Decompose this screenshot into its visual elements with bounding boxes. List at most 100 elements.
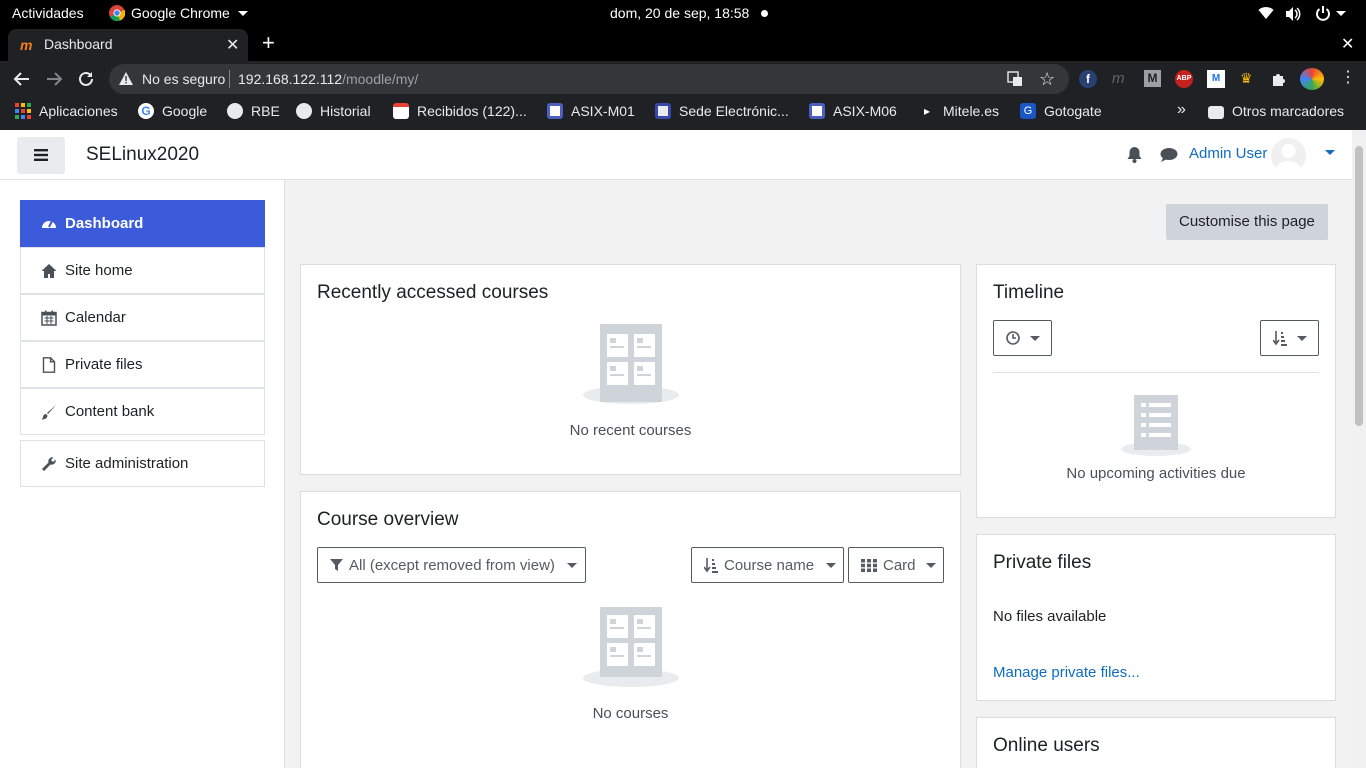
course-overview-block: Course overview All (except removed from… xyxy=(300,491,961,768)
app-menu-caret-icon xyxy=(238,11,248,16)
chrome-logo-icon xyxy=(109,5,125,21)
nav-item-label: Site administration xyxy=(65,455,189,472)
fedora-extension-icon[interactable]: f xyxy=(1079,70,1097,88)
nav-item-label: Content bank xyxy=(65,403,155,420)
no-activities-text: No upcoming activities due xyxy=(1066,465,1246,482)
bookmark-google[interactable]: G Google xyxy=(138,103,207,119)
bookmark-gotogate[interactable]: G Gotogate xyxy=(1020,103,1102,119)
app-menu[interactable]: Google Chrome xyxy=(131,5,230,21)
bookmark-historial[interactable]: Historial xyxy=(296,103,371,119)
view-dropdown[interactable]: Card xyxy=(848,547,944,583)
sort-dropdown[interactable]: Course name xyxy=(691,547,844,583)
site-name[interactable]: SELinux2020 xyxy=(86,144,199,166)
activities-button[interactable]: Actividades xyxy=(12,5,84,21)
chat-bubble-icon[interactable] xyxy=(1160,147,1178,163)
bookmark-label: Aplicaciones xyxy=(39,103,118,119)
manage-private-files-link[interactable]: Manage private files... xyxy=(993,664,1140,681)
private-files-title: Private files xyxy=(993,552,1092,573)
moodle-extension-icon[interactable]: m xyxy=(1112,70,1125,87)
chrome-menu-icon[interactable]: ⋮ xyxy=(1340,68,1356,88)
nav-item-site-administration[interactable]: Site administration xyxy=(20,440,265,487)
bookmark-star-icon[interactable]: ☆ xyxy=(1039,69,1055,90)
system-top-bar: Actividades Google Chrome dom, 20 de sep… xyxy=(0,0,1366,28)
bookmark-asix-m01[interactable]: ASIX-M01 xyxy=(547,103,635,119)
translate-icon[interactable] xyxy=(1007,71,1023,87)
bookmark-label: Mitele.es xyxy=(943,103,1000,119)
user-menu-caret-icon[interactable] xyxy=(1325,150,1335,155)
calendar-icon xyxy=(41,310,57,326)
volume-icon[interactable] xyxy=(1285,6,1301,22)
bell-icon[interactable] xyxy=(1127,146,1142,163)
more-bookmarks-button[interactable]: » xyxy=(1177,101,1186,119)
wrench-icon xyxy=(41,456,57,472)
security-label[interactable]: No es seguro xyxy=(142,71,225,87)
view-caret-icon xyxy=(925,562,936,568)
url-text[interactable]: 192.168.122.112/moodle/my/ xyxy=(238,71,418,87)
warning-triangle-icon[interactable] xyxy=(118,71,134,86)
customise-page-button[interactable]: Customise this page xyxy=(1166,204,1328,240)
wifi-icon[interactable] xyxy=(1258,6,1274,20)
sort-icon xyxy=(1273,330,1287,346)
close-window-icon[interactable]: ✕ xyxy=(1341,34,1354,54)
moodle-navbar: SELinux2020 Admin User xyxy=(0,130,1352,180)
filter-caret-icon xyxy=(566,562,577,568)
activities-placeholder-icon xyxy=(1121,394,1191,456)
adblock-plus-icon[interactable]: ABP xyxy=(1175,70,1193,88)
nav-item-private-files[interactable]: Private files xyxy=(20,341,265,388)
bookmark-mitele[interactable]: ▸ Mitele.es xyxy=(919,103,999,119)
bookmark-rbe[interactable]: RBE xyxy=(227,103,280,119)
hamburger-icon xyxy=(34,149,48,161)
grouping-filter-dropdown[interactable]: All (except removed from view) xyxy=(317,547,586,583)
power-icon[interactable] xyxy=(1315,5,1331,21)
m-extension-icon[interactable]: M xyxy=(1144,70,1161,87)
drawer-toggle-button[interactable] xyxy=(17,137,65,174)
filter-label: All (except removed from view) xyxy=(349,556,555,574)
nav-item-dashboard[interactable]: Dashboard xyxy=(20,200,265,247)
clock[interactable]: dom, 20 de sep, 18:58 xyxy=(610,5,749,21)
no-files-text: No files available xyxy=(993,608,1107,625)
file-icon xyxy=(41,357,57,373)
other-bookmarks-folder[interactable]: Otros marcadores xyxy=(1208,103,1344,119)
system-menu-caret-icon[interactable] xyxy=(1336,11,1346,16)
nav-item-site-home[interactable]: Site home xyxy=(20,247,265,294)
back-arrow-icon[interactable] xyxy=(13,70,31,88)
bookmark-recibidos[interactable]: Recibidos (122)... xyxy=(393,103,527,119)
profile-avatar-icon[interactable] xyxy=(1300,68,1324,90)
avatar[interactable] xyxy=(1271,138,1306,173)
bookmark-asix-m06[interactable]: ASIX-M06 xyxy=(809,103,897,119)
nav-item-content-bank[interactable]: Content bank xyxy=(20,388,265,435)
timeline-block: Timeline No upcoming activities due xyxy=(976,264,1336,518)
timeline-filter-dropdown[interactable] xyxy=(993,320,1052,356)
timeline-sort-caret-icon xyxy=(1297,335,1307,341)
sort-caret-icon xyxy=(826,562,837,568)
nav-item-label: Dashboard xyxy=(65,215,144,232)
forward-arrow-icon[interactable] xyxy=(45,70,63,88)
other-bookmarks-label: Otros marcadores xyxy=(1232,103,1345,119)
gotogate-icon: G xyxy=(1020,103,1036,119)
crown-extension-icon[interactable]: ♛ xyxy=(1240,70,1253,87)
moodle-favicon-icon: m xyxy=(20,37,33,53)
timeline-sort-dropdown[interactable] xyxy=(1260,320,1319,356)
bookmark-label: Gotogate xyxy=(1044,103,1102,119)
close-tab-icon[interactable]: ✕ xyxy=(226,35,239,55)
bookmarks-bar: Aplicaciones G Google RBE Historial Reci… xyxy=(0,96,1366,130)
new-tab-icon[interactable]: + xyxy=(262,32,275,54)
sort-label: Course name xyxy=(724,556,815,574)
globe-icon xyxy=(227,103,243,119)
bookmark-sede[interactable]: Sede Electrónic... xyxy=(655,103,789,119)
reload-icon[interactable] xyxy=(77,70,95,88)
online-users-block: Online users xyxy=(976,717,1336,768)
scrollbar-thumb[interactable] xyxy=(1355,146,1363,426)
extensions-puzzle-icon[interactable] xyxy=(1271,71,1287,87)
bookmark-aplicaciones[interactable]: Aplicaciones xyxy=(15,103,118,119)
bookmark-label: Sede Electrónic... xyxy=(679,103,789,119)
address-bar[interactable]: No es seguro 192.168.122.112/moodle/my/ … xyxy=(109,64,1069,94)
mitele-extension-icon[interactable]: M xyxy=(1207,70,1225,88)
user-name-link[interactable]: Admin User xyxy=(1189,145,1267,162)
page-icon xyxy=(809,103,825,119)
online-users-title: Online users xyxy=(993,735,1100,756)
bookmark-label: Historial xyxy=(320,103,371,119)
nav-item-calendar[interactable]: Calendar xyxy=(20,294,265,341)
browser-tab-dashboard[interactable]: m Dashboard ✕ xyxy=(8,29,248,61)
home-icon xyxy=(41,263,57,279)
